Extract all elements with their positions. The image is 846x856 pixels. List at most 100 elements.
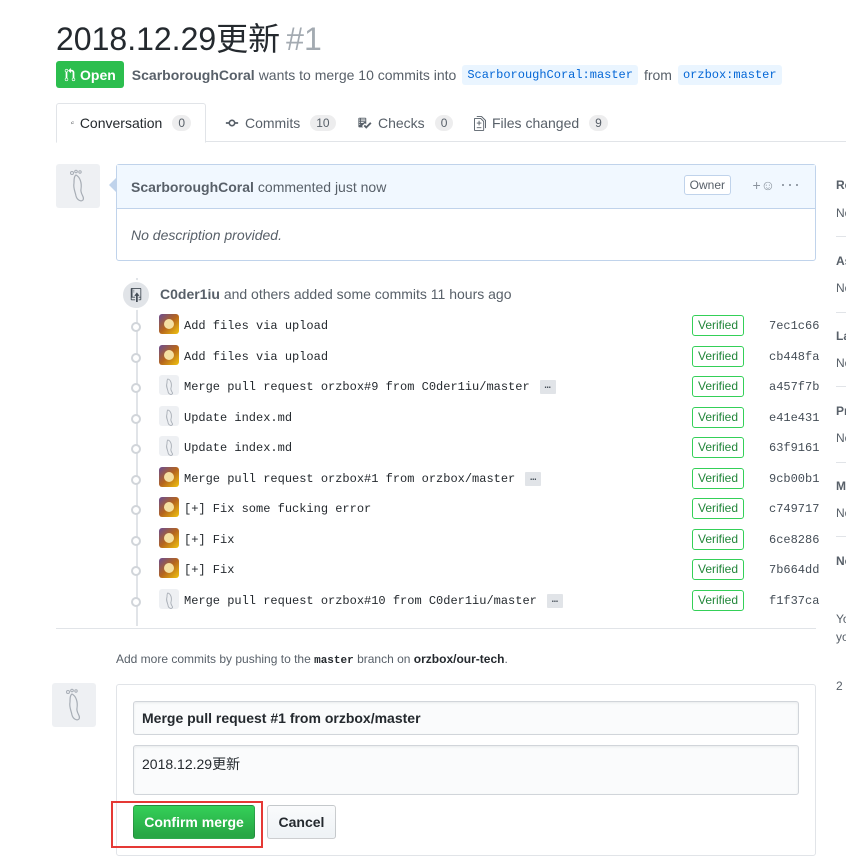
- commit-sha-link[interactable]: 9cb00b1: [769, 472, 819, 486]
- file-diff-icon: [474, 115, 486, 131]
- commit-message[interactable]: Add files via upload: [184, 319, 328, 333]
- expand-message-button[interactable]: …: [525, 471, 542, 486]
- confirm-merge-button[interactable]: Confirm merge: [133, 805, 255, 839]
- commit-message[interactable]: [+] Fix: [184, 563, 234, 577]
- commit-message-text[interactable]: Merge pull request orzbox#9 from C0der1i…: [184, 380, 530, 394]
- commit-sha-link[interactable]: 6ce8286: [769, 533, 819, 547]
- commit-sha-link[interactable]: f1f37ca: [769, 594, 819, 608]
- commit-message[interactable]: Merge pull request orzbox#9 from C0der1i…: [184, 380, 556, 394]
- tab-commits-count: 10: [310, 115, 336, 131]
- commit-dot-icon: [131, 444, 141, 454]
- hint-repo[interactable]: orzbox/our-tech: [414, 652, 505, 666]
- tab-conversation[interactable]: Conversation 0: [56, 103, 206, 143]
- verified-badge[interactable]: Verified: [692, 345, 745, 367]
- commit-message[interactable]: Update index.md: [184, 441, 292, 455]
- commit-dot-icon: [131, 352, 141, 363]
- commit-message[interactable]: Merge pull request orzbox#10 from C0der1…: [184, 593, 563, 608]
- sidebar-participants: 2: [836, 679, 843, 693]
- sidebar-reviewers[interactable]: Re: [836, 178, 846, 192]
- cancel-button[interactable]: Cancel: [267, 805, 336, 839]
- add-reaction-icon[interactable]: +☺: [753, 177, 775, 193]
- pull-request-icon: [64, 67, 76, 81]
- commit-message-text[interactable]: Merge pull request orzbox#10 from C0der1…: [184, 594, 537, 608]
- owner-badge: Owner: [683, 175, 731, 195]
- verified-badge[interactable]: Verified: [692, 437, 745, 458]
- commit-message[interactable]: Update index.md: [184, 411, 292, 425]
- expand-message-button[interactable]: …: [546, 593, 563, 608]
- merge-user-avatar[interactable]: [52, 683, 96, 727]
- commit-message-text[interactable]: Add files via upload: [184, 319, 328, 333]
- commit-message-text[interactable]: Add files via upload: [184, 350, 328, 364]
- commit-message-text[interactable]: [+] Fix some fucking error: [184, 502, 371, 516]
- verified-badge[interactable]: Verified: [692, 589, 745, 611]
- tab-conversation-label: Conversation: [79, 115, 163, 131]
- from-text: from: [643, 66, 672, 83]
- footprint-icon: [70, 169, 85, 202]
- sidebar-milestone-value: No: [836, 506, 846, 520]
- commit-author-avatar[interactable]: [159, 344, 179, 365]
- commit-sha-link[interactable]: a457f7b: [769, 380, 819, 394]
- expand-message-button[interactable]: …: [539, 380, 556, 394]
- commit-dot-icon: [131, 596, 141, 607]
- tab-files-changed[interactable]: Files changed 9: [460, 103, 622, 143]
- commit-author-avatar[interactable]: [159, 405, 179, 426]
- sidebar-labels[interactable]: La: [836, 329, 846, 343]
- event-author-link[interactable]: C0der1iu: [160, 286, 220, 302]
- commit-row: Update index.md Verified 63f9161: [128, 435, 819, 461]
- commit-message[interactable]: [+] Fix: [184, 533, 234, 547]
- commit-row: Merge pull request orzbox#1 from orzbox/…: [128, 466, 819, 492]
- pr-author-link[interactable]: ScarboroughCoral: [132, 67, 255, 83]
- comment-action: commented just now: [257, 178, 387, 195]
- sidebar-notifications: No: [836, 554, 846, 568]
- commit-author-avatar[interactable]: [159, 314, 179, 334]
- commit-sha-link[interactable]: e41e431: [769, 411, 819, 425]
- head-branch[interactable]: orzbox:master: [677, 64, 782, 85]
- verified-badge[interactable]: Verified: [692, 406, 745, 428]
- commit-sha-link[interactable]: 63f9161: [769, 441, 819, 455]
- commit-row: Merge pull request orzbox#10 from C0der1…: [128, 588, 819, 614]
- comment-author-avatar[interactable]: [56, 164, 100, 208]
- commit-author-avatar[interactable]: [159, 375, 179, 395]
- commit-message-text[interactable]: [+] Fix: [184, 533, 234, 547]
- commit-author-avatar[interactable]: [159, 558, 179, 578]
- pr-number: #1: [286, 21, 322, 57]
- verified-badge[interactable]: Verified: [692, 467, 745, 489]
- push-hint: Add more commits by pushing to the maste…: [116, 652, 508, 667]
- more-options-icon[interactable]: ···: [780, 174, 801, 195]
- merge-title-input[interactable]: [133, 701, 799, 735]
- merge-form: 2018.12.29更新 Confirm merge Cancel: [116, 684, 816, 856]
- comment-author-link[interactable]: ScarboroughCoral: [131, 179, 254, 195]
- commit-message-text[interactable]: Merge pull request orzbox#1 from orzbox/…: [184, 472, 515, 486]
- merge-message-textarea[interactable]: 2018.12.29更新: [133, 745, 799, 795]
- tab-commits[interactable]: Commits 10: [211, 103, 350, 143]
- sidebar-milestone[interactable]: M: [836, 479, 846, 493]
- tab-checks[interactable]: Checks 0: [343, 103, 467, 143]
- commit-message-text[interactable]: Update index.md: [184, 411, 292, 425]
- verified-badge[interactable]: Verified: [692, 559, 745, 580]
- commit-sha-link[interactable]: 7ec1c66: [769, 319, 819, 333]
- base-branch[interactable]: ScarboroughCoral:master: [462, 64, 638, 85]
- commit-author-avatar[interactable]: [159, 588, 179, 609]
- sidebar-assignees[interactable]: As: [836, 254, 846, 268]
- commit-message[interactable]: Merge pull request orzbox#1 from orzbox/…: [184, 471, 542, 486]
- commit-author-avatar[interactable]: [159, 497, 179, 517]
- verified-badge[interactable]: Verified: [692, 498, 745, 519]
- commit-sha-link[interactable]: cb448fa: [769, 350, 819, 364]
- repo-push-icon: [121, 280, 151, 310]
- hint-middle: branch on: [357, 652, 411, 666]
- commit-message[interactable]: [+] Fix some fucking error: [184, 502, 371, 516]
- sidebar-projects[interactable]: Pr: [836, 404, 846, 418]
- commit-message-text[interactable]: Update index.md: [184, 441, 292, 455]
- verified-badge[interactable]: Verified: [692, 315, 745, 336]
- commit-row: Add files via upload Verified 7ec1c66: [128, 313, 819, 339]
- commit-message[interactable]: Add files via upload: [184, 350, 328, 364]
- commit-sha-link[interactable]: 7b664dd: [769, 563, 819, 577]
- commit-message-text[interactable]: [+] Fix: [184, 563, 234, 577]
- commit-sha-link[interactable]: c749717: [769, 502, 819, 516]
- commit-author-avatar[interactable]: [159, 436, 179, 456]
- verified-badge[interactable]: Verified: [692, 376, 745, 397]
- commit-author-avatar[interactable]: [159, 527, 179, 548]
- commit-author-avatar[interactable]: [159, 466, 179, 487]
- footprint-icon: [66, 688, 81, 721]
- verified-badge[interactable]: Verified: [692, 528, 745, 550]
